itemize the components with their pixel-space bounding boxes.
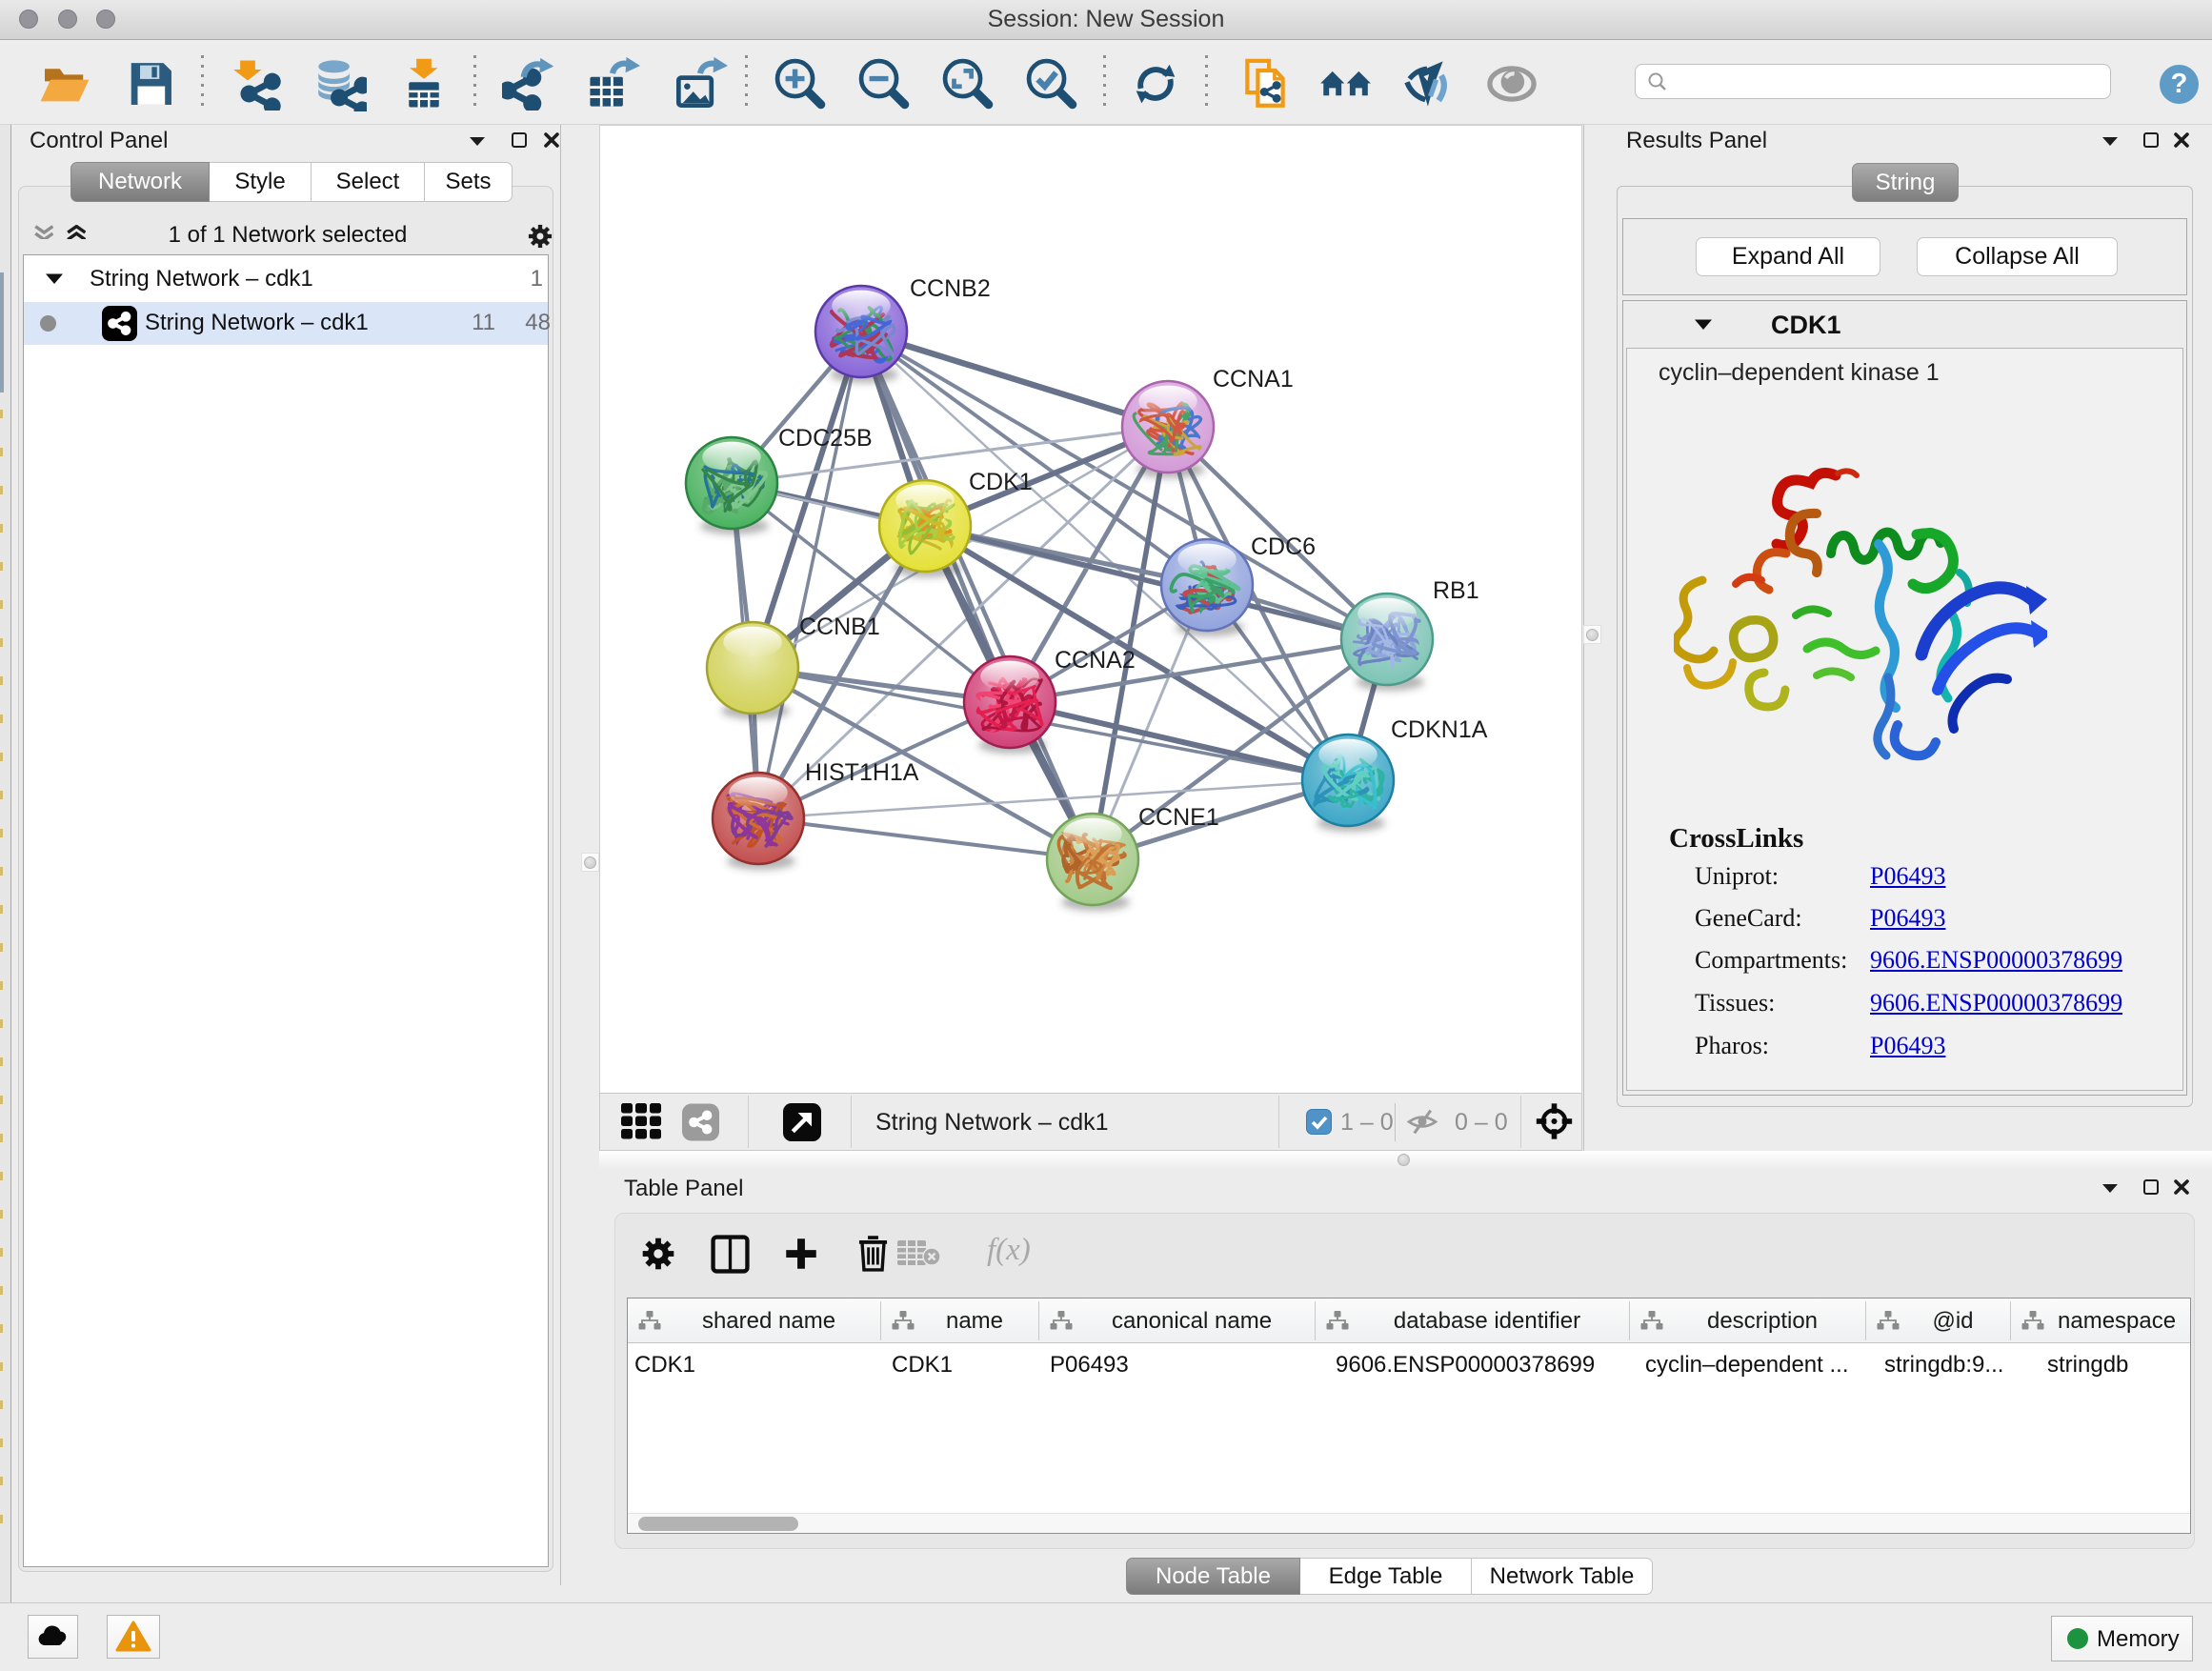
svg-text:HIST1H1A: HIST1H1A <box>805 759 919 786</box>
svg-text:CDC25B: CDC25B <box>778 425 873 452</box>
svg-text:CCNB2: CCNB2 <box>910 275 991 302</box>
svg-text:CCNA1: CCNA1 <box>1213 366 1294 393</box>
svg-text:RB1: RB1 <box>1433 577 1479 604</box>
svg-text:CDC6: CDC6 <box>1251 534 1316 560</box>
svg-text:CDK1: CDK1 <box>969 469 1033 495</box>
svg-text:CDKN1A: CDKN1A <box>1391 716 1488 743</box>
svg-text:CCNB1: CCNB1 <box>799 614 880 640</box>
svg-text:CCNA2: CCNA2 <box>1055 647 1136 674</box>
svg-text:CCNE1: CCNE1 <box>1138 804 1219 831</box>
